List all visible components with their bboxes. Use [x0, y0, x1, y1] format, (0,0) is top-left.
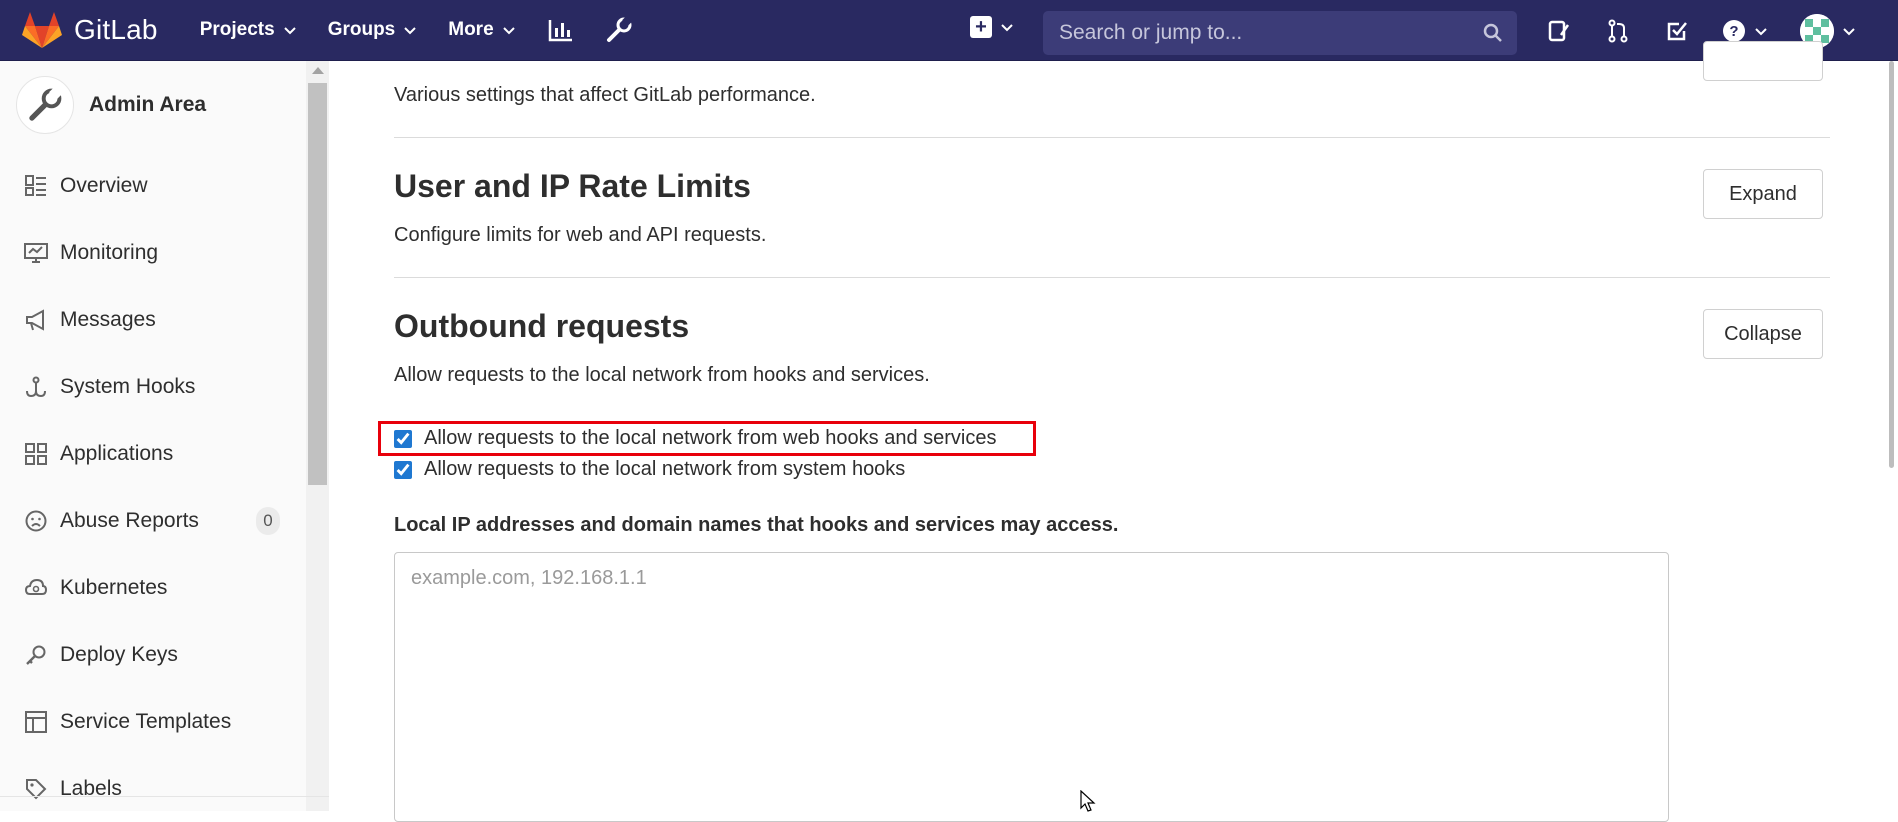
count-badge: 0: [256, 507, 280, 535]
sidebar-divider: [0, 796, 329, 797]
rate-limits-title: User and IP Rate Limits: [394, 168, 751, 204]
sidebar-item-labels[interactable]: Labels: [0, 755, 310, 822]
checkbox-label: Allow requests to the local network from…: [424, 458, 906, 480]
merge-requests-icon[interactable]: [1604, 17, 1632, 45]
allow-local-web-hooks-option[interactable]: Allow requests to the local network from…: [394, 427, 997, 450]
top-navbar: GitLab Projects Groups More + Search or …: [0, 0, 1898, 61]
sidebar-item-label: Service Templates: [60, 709, 232, 733]
sidebar-item-label: Kubernetes: [60, 575, 168, 599]
allow-local-system-hooks-checkbox[interactable]: [394, 460, 412, 479]
sidebar-item-label: Overview: [60, 173, 148, 197]
sidebar-item-label: Deploy Keys: [60, 642, 178, 666]
sidebar-item-label: System Hooks: [60, 374, 196, 398]
scroll-up-arrow-icon[interactable]: [312, 67, 324, 74]
megaphone-icon: [24, 308, 48, 332]
sidebar-item-abuse-reports[interactable]: Abuse Reports 0: [0, 487, 310, 554]
todos-icon[interactable]: [1663, 17, 1691, 45]
sidebar-item-kubernetes[interactable]: Kubernetes: [0, 554, 310, 621]
hook-icon: [24, 375, 48, 399]
page-scrollbar[interactable]: [1885, 61, 1898, 811]
monitor-icon: [24, 241, 48, 265]
checkbox-label: Allow requests to the local network from…: [424, 427, 997, 449]
sidebar-item-label: Messages: [60, 307, 156, 331]
overview-icon: [24, 174, 48, 198]
svg-text:?: ?: [1729, 23, 1738, 40]
section-divider: [394, 277, 1830, 278]
allow-local-web-hooks-checkbox[interactable]: [394, 429, 412, 448]
chevron-down-icon: [502, 27, 515, 35]
outbound-description: Allow requests to the local network from…: [394, 364, 930, 386]
sidebar-item-label: Applications: [60, 441, 174, 465]
question-icon: ?: [1723, 19, 1745, 42]
key-icon: [24, 643, 48, 667]
sidebar-item-deploy-keys[interactable]: Deploy Keys: [0, 621, 310, 688]
template-icon: [24, 710, 48, 734]
nav-projects[interactable]: Projects: [200, 19, 297, 41]
sidebar-item-service-templates[interactable]: Service Templates: [0, 688, 310, 755]
chevron-down-icon: [283, 27, 296, 35]
nav-projects-label: Projects: [199, 19, 275, 40]
sad-face-icon: [24, 509, 48, 533]
outbound-requests-title: Outbound requests: [394, 308, 690, 344]
admin-wrench-icon[interactable]: [605, 16, 633, 44]
chevron-down-icon: [1755, 27, 1767, 35]
activity-chart-icon[interactable]: [547, 16, 575, 44]
kubernetes-icon: [24, 576, 48, 600]
new-item-dropdown[interactable]: +: [970, 16, 1014, 38]
search-icon: [1483, 23, 1502, 42]
gitlab-logo-icon: [22, 12, 62, 48]
brand[interactable]: GitLab: [22, 11, 158, 49]
allow-local-system-hooks-option[interactable]: Allow requests to the local network from…: [394, 458, 905, 481]
plus-icon: +: [970, 16, 992, 38]
brand-name: GitLab: [74, 14, 158, 45]
chevron-down-icon: [404, 27, 416, 35]
admin-sidebar: Admin Area Overview Monitoring Messages …: [0, 61, 329, 811]
sidebar-scrollbar[interactable]: [306, 61, 329, 811]
whitelist-label: Local IP addresses and domain names that…: [394, 514, 1119, 536]
search-input[interactable]: [1057, 20, 1483, 46]
settings-content: Various settings that affect GitLab perf…: [329, 41, 1898, 822]
nav-more[interactable]: More: [448, 19, 515, 41]
sidebar-item-label: Monitoring: [60, 240, 159, 264]
section-divider: [394, 137, 1830, 138]
rate-limits-expand-button[interactable]: Expand: [1703, 169, 1823, 219]
issues-icon[interactable]: [1545, 17, 1573, 45]
help-dropdown[interactable]: ?: [1722, 19, 1768, 43]
nav-more-label: More: [448, 19, 494, 40]
wrench-icon: [16, 76, 74, 134]
chevron-down-icon: [1843, 27, 1855, 35]
search-box[interactable]: [1043, 11, 1517, 55]
performance-expand-button[interactable]: [1703, 41, 1823, 81]
sidebar-item-monitoring[interactable]: Monitoring: [0, 219, 310, 286]
scrollbar-thumb[interactable]: [308, 83, 327, 485]
sidebar-item-overview[interactable]: Overview: [0, 152, 310, 219]
sidebar-item-system-hooks[interactable]: System Hooks: [0, 353, 310, 420]
chevron-down-icon: [1001, 24, 1013, 32]
applications-icon: [24, 442, 48, 466]
sidebar-item-applications[interactable]: Applications: [0, 420, 310, 487]
sidebar-title: Admin Area: [89, 93, 207, 116]
nav-groups-label: Groups: [327, 19, 396, 40]
sidebar-header[interactable]: Admin Area: [16, 76, 206, 134]
outbound-collapse-button[interactable]: Collapse: [1703, 309, 1823, 359]
performance-description: Various settings that affect GitLab perf…: [394, 84, 816, 106]
rate-limits-description: Configure limits for web and API request…: [394, 224, 767, 246]
whitelist-textarea[interactable]: [394, 552, 1669, 822]
mouse-cursor-icon: [1080, 790, 1096, 812]
nav-groups[interactable]: Groups: [328, 19, 418, 41]
sidebar-item-label: Abuse Reports: [60, 508, 199, 532]
sidebar-item-messages[interactable]: Messages: [0, 286, 310, 353]
scrollbar-thumb[interactable]: [1889, 61, 1894, 468]
